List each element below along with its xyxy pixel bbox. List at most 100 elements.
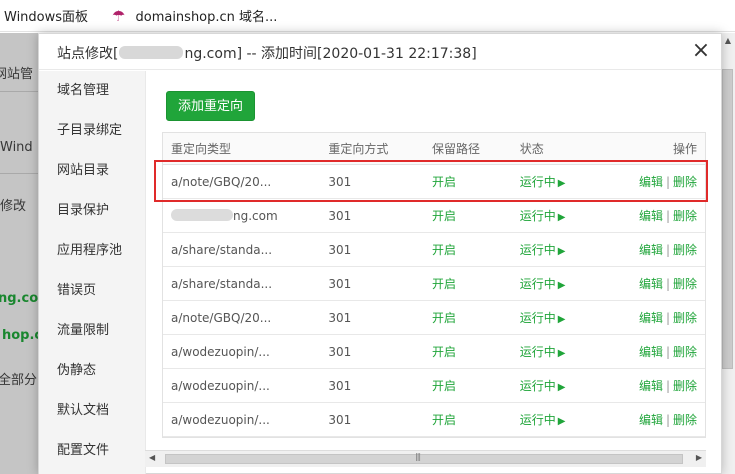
table-row: a/share/standa... 301 开启 运行中 ▶ 编辑 | 删除 xyxy=(163,267,705,301)
scrollbar-thumb[interactable] xyxy=(722,69,733,369)
table-row: a/share/standa... 301 开启 运行中 ▶ 编辑 | 删除 xyxy=(163,233,705,267)
keep-path: 开启 xyxy=(432,311,457,325)
redirect-table: 重定向类型 重定向方式 保留路径 状态 操作 a/note/GBQ/20... … xyxy=(162,132,706,438)
delete-link[interactable]: 删除 xyxy=(673,277,697,291)
delete-link[interactable]: 删除 xyxy=(673,175,697,189)
keep-path: 开启 xyxy=(432,175,457,189)
column-header-actions: 操作 xyxy=(673,142,698,156)
status-toggle[interactable]: 运行中 ▶ xyxy=(512,343,602,360)
play-icon: ▶ xyxy=(557,416,566,427)
delete-link[interactable]: 删除 xyxy=(673,345,697,359)
column-header-keep-path: 保留路径 xyxy=(432,142,481,156)
redirect-type: a/wodezuopin/... xyxy=(171,378,270,393)
bookmark-windows-panel[interactable]: Windows面板 xyxy=(4,6,88,25)
keep-path: 开启 xyxy=(432,277,457,291)
bookmarks-bar: Windows面板 ☂ domainshop.cn 域名... xyxy=(0,0,735,32)
redirect-method: 301 xyxy=(328,412,352,427)
redirect-method: 301 xyxy=(328,174,352,189)
table-row: a/note/GBQ/20... 301 开启 运行中 ▶ 编辑 | 删除 xyxy=(163,301,705,335)
redirect-type: a/note/GBQ/20... xyxy=(171,174,272,189)
scroll-up-icon[interactable]: ▲ xyxy=(720,33,735,49)
status-toggle[interactable]: 运行中 ▶ xyxy=(512,309,602,326)
keep-path: 开启 xyxy=(432,209,457,223)
sidebar-item-domain[interactable]: 域名管理 xyxy=(39,71,145,111)
status-toggle[interactable]: 运行中 ▶ xyxy=(512,377,602,394)
add-redirect-button[interactable]: 添加重定向 xyxy=(166,91,256,121)
redirect-panel: 添加重定向 重定向类型 重定向方式 保留路径 状态 操作 a/note/GBQ/… xyxy=(147,71,721,474)
table-row: a/note/GBQ/20... 301 开启 运行中 ▶ 编辑 | 删除 xyxy=(163,165,705,199)
modal-title: 站点修改[ng.com] -- 添加时间[2020-01-31 22:17:38… xyxy=(57,46,477,62)
play-icon: ▶ xyxy=(557,178,566,189)
redirect-type: a/share/standa... xyxy=(171,242,273,257)
edit-link[interactable]: 编辑 xyxy=(639,175,663,189)
redirect-method: 301 xyxy=(328,208,352,223)
status-toggle[interactable]: 运行中 ▶ xyxy=(512,241,602,258)
redacted-domain xyxy=(171,208,233,221)
redirect-method: 301 xyxy=(328,242,352,257)
keep-path: 开启 xyxy=(432,379,457,393)
status-toggle[interactable]: 运行中 ▶ xyxy=(512,411,602,428)
delete-link[interactable]: 删除 xyxy=(673,243,697,257)
umbrella-icon: ☂ xyxy=(112,6,126,25)
redirect-type: ng.com xyxy=(163,208,320,223)
edit-link[interactable]: 编辑 xyxy=(639,243,663,257)
play-icon: ▶ xyxy=(557,314,566,325)
redirect-method: 301 xyxy=(328,276,352,291)
play-icon: ▶ xyxy=(557,212,566,223)
edit-link[interactable]: 编辑 xyxy=(639,345,663,359)
edit-link[interactable]: 编辑 xyxy=(639,379,663,393)
bookmark-label: domainshop.cn 域名... xyxy=(135,10,278,25)
sidebar-item-app-pool[interactable]: 应用程序池 xyxy=(39,231,145,271)
keep-path: 开启 xyxy=(432,345,457,359)
sidebar-item-dir-protect[interactable]: 目录保护 xyxy=(39,191,145,231)
play-icon: ▶ xyxy=(557,246,566,257)
scrollbar-thumb[interactable] xyxy=(165,454,683,464)
redirect-method: 301 xyxy=(328,344,352,359)
redirect-method: 301 xyxy=(328,378,352,393)
grip-icon: ||| xyxy=(415,452,421,461)
modal-header: 站点修改[ng.com] -- 添加时间[2020-01-31 22:17:38… xyxy=(39,34,721,70)
redirect-type: a/wodezuopin/... xyxy=(171,412,270,427)
modal-sidebar: 域名管理 子目录绑定 网站目录 目录保护 应用程序池 错误页 流量限制 伪静态 … xyxy=(39,71,146,474)
redirect-type: a/note/GBQ/20... xyxy=(171,310,272,325)
sidebar-item-traffic-limit[interactable]: 流量限制 xyxy=(39,311,145,351)
table-row: a/wodezuopin/... 301 开启 运行中 ▶ 编辑 | 删除 xyxy=(163,335,705,369)
edit-link[interactable]: 编辑 xyxy=(639,311,663,325)
scroll-right-icon[interactable]: ▶ xyxy=(696,453,702,462)
status-toggle[interactable]: 运行中 ▶ xyxy=(512,173,602,190)
redacted-domain xyxy=(119,46,184,59)
table-row: a/wodezuopin/... 301 开启 运行中 ▶ 编辑 | 删除 xyxy=(163,403,705,437)
table-header: 重定向类型 重定向方式 保留路径 状态 操作 xyxy=(163,133,705,165)
edit-link[interactable]: 编辑 xyxy=(639,209,663,223)
delete-link[interactable]: 删除 xyxy=(673,209,697,223)
close-icon[interactable]: × xyxy=(689,40,713,64)
delete-link[interactable]: 删除 xyxy=(673,311,697,325)
column-header-type: 重定向类型 xyxy=(171,142,232,156)
scroll-left-icon[interactable]: ◀ xyxy=(149,453,155,462)
sidebar-item-default-doc[interactable]: 默认文档 xyxy=(39,391,145,431)
table-row: a/wodezuopin/... 301 开启 运行中 ▶ 编辑 | 删除 xyxy=(163,369,705,403)
sidebar-item-config[interactable]: 配置文件 xyxy=(39,431,145,471)
column-header-status: 状态 xyxy=(519,142,544,156)
keep-path: 开启 xyxy=(432,413,457,427)
redirect-method: 301 xyxy=(328,310,352,325)
sidebar-item-site-dir[interactable]: 网站目录 xyxy=(39,151,145,191)
delete-link[interactable]: 删除 xyxy=(673,413,697,427)
play-icon: ▶ xyxy=(557,348,566,359)
status-toggle[interactable]: 运行中 ▶ xyxy=(512,275,602,292)
bookmark-label: Windows面板 xyxy=(4,10,89,25)
keep-path: 开启 xyxy=(432,243,457,257)
sidebar-item-rewrite[interactable]: 伪静态 xyxy=(39,351,145,391)
redirect-type: a/share/standa... xyxy=(171,276,273,291)
play-icon: ▶ xyxy=(557,280,566,291)
sidebar-item-error-page[interactable]: 错误页 xyxy=(39,271,145,311)
sidebar-item-subdir[interactable]: 子目录绑定 xyxy=(39,111,145,151)
edit-link[interactable]: 编辑 xyxy=(639,413,663,427)
bookmark-domainshop[interactable]: ☂ domainshop.cn 域名... xyxy=(106,6,278,26)
horizontal-scrollbar[interactable]: ◀ ||| ▶ xyxy=(145,450,706,467)
column-header-method: 重定向方式 xyxy=(328,142,389,156)
table-row: ng.com 301 开启 运行中 ▶ 编辑 | 删除 xyxy=(163,199,705,233)
delete-link[interactable]: 删除 xyxy=(673,379,697,393)
edit-link[interactable]: 编辑 xyxy=(639,277,663,291)
status-toggle[interactable]: 运行中 ▶ xyxy=(512,207,602,224)
